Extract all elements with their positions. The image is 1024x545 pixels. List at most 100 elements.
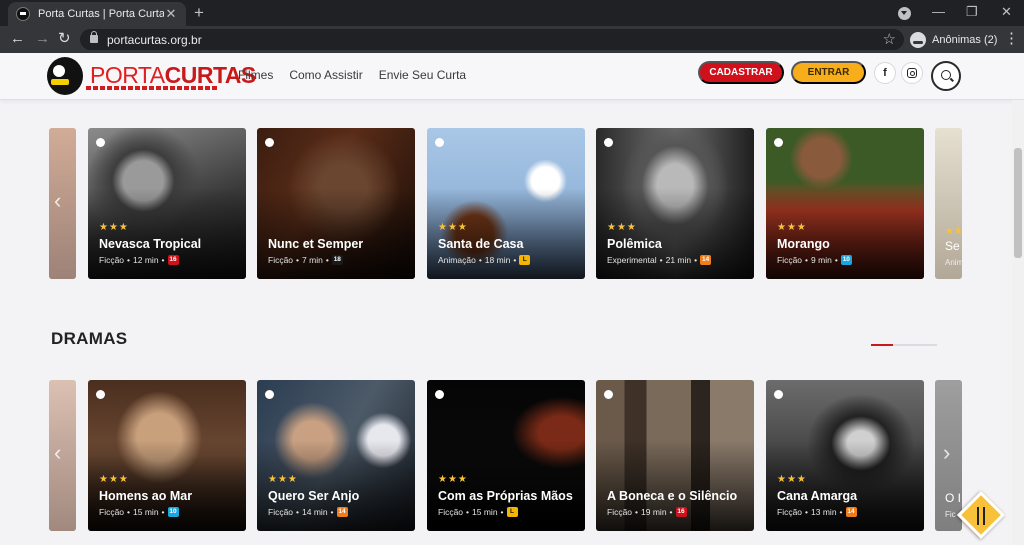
browser-toolbar: ← → ↻ portacurtas.org.br ☆ Anônimas (2) … xyxy=(0,26,1024,53)
film-card[interactable]: ★★★ Polêmica Experimental • 21 min • 14 xyxy=(596,128,754,279)
film-stars: ★★★ xyxy=(268,474,298,485)
watchlist-dot-icon[interactable] xyxy=(604,138,613,147)
film-card[interactable]: ★★★ Morango Ficção • 9 min • 10 xyxy=(766,128,924,279)
browser-menu-icon[interactable]: ⋮ xyxy=(1004,31,1019,47)
construction-sign-icon[interactable] xyxy=(956,490,1006,540)
film-duration: 13 min xyxy=(811,507,837,517)
watchlist-dot-icon[interactable] xyxy=(265,390,274,399)
film-meta: Ficção • 13 min • 14 xyxy=(777,507,857,517)
age-rating-badge: 18 xyxy=(331,255,343,265)
site-favicon-icon xyxy=(16,7,30,21)
instagram-icon[interactable] xyxy=(901,62,923,84)
age-rating-badge: 14 xyxy=(845,507,857,517)
age-rating-badge: 14 xyxy=(336,507,348,517)
browser-tab[interactable]: Porta Curtas | Porta Curtas ✕ xyxy=(8,2,186,26)
film-genre: Ficção xyxy=(607,507,633,517)
pager-active-indicator xyxy=(871,344,893,346)
film-title: Santa de Casa xyxy=(438,237,524,251)
film-meta: Ficção • 15 min • 10 xyxy=(99,507,179,517)
carousel-peek-card[interactable]: ★★ Se Anim xyxy=(935,128,962,279)
film-genre: Animação xyxy=(438,255,476,265)
film-genre: Ficção xyxy=(99,255,125,265)
film-meta: Ficção • 9 min • 10 xyxy=(777,255,852,265)
facebook-icon[interactable]: f xyxy=(874,62,896,84)
film-stars: ★★★ xyxy=(99,474,129,485)
window-close-icon[interactable]: ✕ xyxy=(1001,4,1012,20)
scrollbar-thumb[interactable] xyxy=(1014,148,1022,258)
film-title: Nunc et Semper xyxy=(268,237,364,251)
nav-envie-seu-curta[interactable]: Envie Seu Curta xyxy=(379,68,466,82)
watchlist-dot-icon[interactable] xyxy=(96,138,105,147)
watchlist-dot-icon[interactable] xyxy=(774,138,783,147)
age-rating-badge: L xyxy=(519,255,531,265)
new-tab-plus-icon[interactable]: + xyxy=(194,3,204,23)
address-bar[interactable]: portacurtas.org.br ☆ xyxy=(80,29,904,50)
bookmark-star-icon[interactable]: ☆ xyxy=(883,30,896,48)
section-title: DRAMAS xyxy=(51,329,128,348)
tab-search-icon[interactable] xyxy=(898,7,911,20)
film-meta: Ficção • 7 min • 18 xyxy=(268,255,343,265)
reload-icon[interactable]: ↻ xyxy=(58,30,71,48)
film-card[interactable]: ★★★ Cana Amarga Ficção • 13 min • 14 xyxy=(766,380,924,531)
close-tab-icon[interactable]: ✕ xyxy=(164,6,178,22)
film-stars: ★★★ xyxy=(777,222,807,233)
nav-filmes[interactable]: Filmes xyxy=(238,68,273,82)
watchlist-dot-icon[interactable] xyxy=(265,138,274,147)
film-title: Cana Amarga xyxy=(777,489,858,503)
film-card[interactable]: ★★★ Santa de Casa Animação • 18 min • L xyxy=(427,128,585,279)
film-meta: Ficção • 12 min • 16 xyxy=(99,255,179,265)
film-duration: 12 min xyxy=(133,255,159,265)
lock-icon[interactable] xyxy=(90,31,98,43)
logo-porta: PORTA xyxy=(90,62,165,88)
film-card[interactable]: A Boneca e o Silêncio Ficção • 19 min • 16 xyxy=(596,380,754,531)
film-card[interactable]: ★★★ Quero Ser Anjo Ficção • 14 min • 14 xyxy=(257,380,415,531)
watchlist-dot-icon[interactable] xyxy=(435,390,444,399)
back-arrow-icon[interactable]: ← xyxy=(10,30,25,48)
film-duration: 7 min xyxy=(302,255,323,265)
film-genre: Experimental xyxy=(607,255,657,265)
watchlist-dot-icon[interactable] xyxy=(774,390,783,399)
watchlist-dot-icon[interactable] xyxy=(96,390,105,399)
chevron-left-icon[interactable]: ‹ xyxy=(54,188,61,214)
film-genre: Ficção xyxy=(777,255,803,265)
chevron-right-icon[interactable]: › xyxy=(943,440,950,466)
carousel-pager[interactable] xyxy=(871,344,937,346)
film-duration: 21 min xyxy=(665,255,692,265)
film-genre: Ficção xyxy=(268,507,294,517)
chevron-left-icon[interactable]: ‹ xyxy=(54,440,61,466)
film-genre: Ficção xyxy=(438,507,464,517)
film-title: Morango xyxy=(777,237,830,251)
entrar-button[interactable]: ENTRAR xyxy=(791,61,866,84)
film-duration: 18 min xyxy=(484,255,511,265)
page-scrollbar[interactable] xyxy=(1012,100,1024,545)
film-stars: ★★★ xyxy=(777,474,807,485)
minimize-icon[interactable]: — xyxy=(932,4,945,19)
film-meta: Anim xyxy=(945,258,962,267)
logo-mascot-icon[interactable] xyxy=(47,57,83,95)
film-duration: 15 min xyxy=(133,507,159,517)
age-rating-badge: 14 xyxy=(700,255,712,265)
film-stars: ★★★ xyxy=(607,222,637,233)
film-duration: 14 min xyxy=(302,507,328,517)
incognito-icon xyxy=(910,31,926,48)
film-card[interactable]: ★★★ Homens ao Mar Ficção • 15 min • 10 xyxy=(88,380,246,531)
film-stars: ★★★ xyxy=(99,222,129,233)
browser-tab-bar: Porta Curtas | Porta Curtas ✕ + — ❐ ✕ xyxy=(0,0,1024,26)
incognito-label: Anônimas (2) xyxy=(932,33,998,46)
search-icon[interactable] xyxy=(931,61,961,91)
film-card[interactable]: ★★★ Com as Próprias Mãos Ficção • 15 min •… xyxy=(427,380,585,531)
watchlist-dot-icon[interactable] xyxy=(435,138,444,147)
incognito-indicator[interactable]: Anônimas (2) xyxy=(910,30,997,49)
cadastrar-button[interactable]: CADASTRAR xyxy=(698,61,784,84)
film-meta: Ficção • 19 min • 16 xyxy=(607,507,687,517)
site-logo[interactable]: PORTACURTAS xyxy=(90,62,256,89)
nav-como-assistir[interactable]: Como Assistir xyxy=(289,68,362,82)
forward-arrow-icon[interactable]: → xyxy=(35,30,50,48)
restore-icon[interactable]: ❐ xyxy=(966,4,978,20)
url-text: portacurtas.org.br xyxy=(107,33,202,47)
watchlist-dot-icon[interactable] xyxy=(604,390,613,399)
film-card[interactable]: ★★★ Nevasca Tropical Ficção • 12 min • 16 xyxy=(88,128,246,279)
film-title: A Boneca e o Silêncio xyxy=(607,489,738,503)
film-card[interactable]: Nunc et Semper Ficção • 7 min • 18 xyxy=(257,128,415,279)
film-meta: Ficção • 14 min • 14 xyxy=(268,507,348,517)
